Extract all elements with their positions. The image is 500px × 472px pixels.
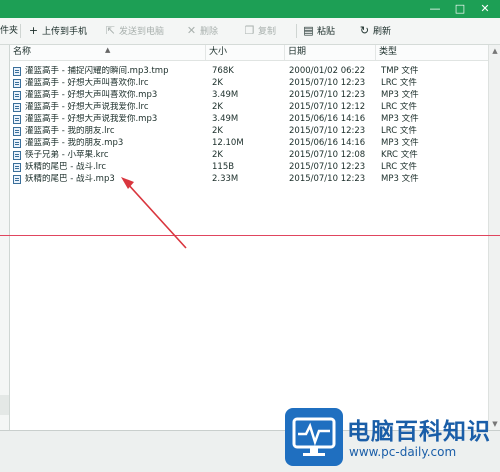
- column-header-size[interactable]: 大小: [206, 45, 285, 60]
- copy-icon: ❐: [244, 24, 255, 37]
- file-date: 2015/07/10 12:23: [289, 78, 366, 88]
- file-icon: [13, 115, 21, 124]
- file-type: MP3 文件: [381, 138, 419, 148]
- file-type: LRC 文件: [381, 78, 417, 88]
- file-icon: [13, 139, 21, 148]
- file-date: 2015/06/16 14:16: [289, 114, 366, 124]
- file-date: 2015/07/10 12:12: [289, 102, 366, 112]
- file-name: 灌篮高手 - 好想大声叫喜欢你.mp3: [25, 90, 158, 100]
- file-row[interactable]: 灌篮高手 - 我的朋友.mp3 12.10M 2015/06/16 14:16 MP3…: [10, 138, 488, 149]
- plus-icon: +: [28, 24, 39, 37]
- file-type: MP3 文件: [381, 90, 419, 100]
- export-icon: ⇱: [105, 24, 116, 37]
- left-navigation-pane[interactable]: [0, 45, 10, 430]
- file-row[interactable]: 灌篮高手 - 捕捉闪耀的瞬间.mp3.tmp 768K 2000/01/02 06:…: [10, 66, 488, 77]
- file-date: 2015/07/10 12:23: [289, 90, 366, 100]
- delete-button[interactable]: ✕ 删除: [185, 23, 218, 39]
- send-to-pc-button[interactable]: ⇱ 发送到电脑: [104, 23, 164, 39]
- file-type: MP3 文件: [381, 174, 419, 184]
- watermark-logo: 电脑百科知识 www.pc-daily.com: [285, 408, 500, 471]
- refresh-button[interactable]: ↻ 刷新: [358, 23, 391, 39]
- maximize-button[interactable]: □: [452, 2, 468, 16]
- close-button[interactable]: ✕: [477, 2, 493, 16]
- toolbar: 件夹 + 上传到手机 ⇱ 发送到电脑 ✕ 删除 ❐ 复制 ▤ 粘贴 ↻ 刷新: [0, 18, 500, 45]
- annotation-line: [0, 235, 500, 236]
- file-row[interactable]: 妖精的尾巴 - 战斗.lrc 115B 2015/07/10 12:23 LRC 文件: [10, 162, 488, 173]
- file-list: 名称 ▲ 大小 日期 类型 灌篮高手 - 捕捉闪耀的瞬间.mp3.tmp 768K 2…: [10, 45, 488, 430]
- file-name: 妖精的尾巴 - 战斗.mp3: [25, 174, 115, 184]
- delete-icon: ✕: [186, 24, 197, 37]
- file-row[interactable]: 妖精的尾巴 - 战斗.mp3 2.33M 2015/07/10 12:23 MP3 文…: [10, 174, 488, 185]
- column-header-name[interactable]: 名称 ▲: [10, 45, 206, 60]
- file-row[interactable]: 灌篮高手 - 好想大声叫喜欢你.lrc 2K 2015/07/10 12:23 LRC…: [10, 78, 488, 89]
- file-date: 2000/01/02 06:22: [289, 66, 366, 76]
- file-date: 2015/07/10 12:23: [289, 162, 366, 172]
- scroll-up-icon[interactable]: ▲: [489, 45, 500, 57]
- file-type: LRC 文件: [381, 126, 417, 136]
- toolbar-folder-label: 件夹: [0, 26, 19, 36]
- vertical-scrollbar[interactable]: ▲ ▼: [488, 45, 500, 430]
- file-type: LRC 文件: [381, 102, 417, 112]
- file-size: 3.49M: [212, 90, 239, 100]
- file-type: MP3 文件: [381, 114, 419, 124]
- copy-button[interactable]: ❐ 复制: [243, 23, 276, 39]
- file-icon: [13, 103, 21, 112]
- file-type: TMP 文件: [381, 66, 419, 76]
- file-date: 2015/07/10 12:08: [289, 150, 366, 160]
- file-name: 妖精的尾巴 - 战斗.lrc: [25, 162, 107, 172]
- file-size: 2K: [212, 102, 223, 112]
- file-size: 2K: [212, 150, 223, 160]
- upload-to-phone-button[interactable]: + 上传到手机: [27, 23, 87, 39]
- file-type: LRC 文件: [381, 162, 417, 172]
- toolbar-divider: [296, 24, 297, 38]
- refresh-icon: ↻: [359, 24, 370, 37]
- title-bar: — □ ✕: [0, 0, 500, 18]
- file-size: 3.49M: [212, 114, 239, 124]
- file-icon: [13, 151, 21, 160]
- sort-ascending-icon: ▲: [105, 46, 111, 54]
- file-size: 768K: [212, 66, 234, 76]
- file-row[interactable]: 灌篮高手 - 我的朋友.lrc 2K 2015/07/10 12:23 LRC 文件: [10, 126, 488, 137]
- file-name: 灌篮高手 - 好想大声叫喜欢你.lrc: [25, 78, 149, 88]
- watermark-site-name: 电脑百科知识: [347, 419, 491, 445]
- file-icon: [13, 175, 21, 184]
- file-name: 灌篮高手 - 好想大声说我爱你.mp3: [25, 114, 158, 124]
- minimize-button[interactable]: —: [427, 2, 443, 16]
- file-row[interactable]: 筷子兄弟 - 小苹果.krc 2K 2015/07/10 12:08 KRC 文件: [10, 150, 488, 161]
- file-date: 2015/07/10 12:23: [289, 126, 366, 136]
- file-name: 筷子兄弟 - 小苹果.krc: [25, 150, 109, 160]
- file-icon: [13, 91, 21, 100]
- column-header-date[interactable]: 日期: [285, 45, 376, 60]
- file-size: 115B: [212, 162, 235, 172]
- file-row[interactable]: 灌篮高手 - 好想大声叫喜欢你.mp3 3.49M 2015/07/10 12:23…: [10, 90, 488, 101]
- clipboard-icon: ▤: [303, 24, 314, 37]
- file-row[interactable]: 灌篮高手 - 好想大声说我爱你.lrc 2K 2015/07/10 12:12 LRC…: [10, 102, 488, 113]
- file-name: 灌篮高手 - 好想大声说我爱你.lrc: [25, 102, 149, 112]
- paste-button[interactable]: ▤ 粘贴: [302, 23, 335, 39]
- file-icon: [13, 67, 21, 76]
- column-header-row: 名称 ▲ 大小 日期 类型: [10, 45, 488, 61]
- file-name: 灌篮高手 - 我的朋友.lrc: [25, 126, 115, 136]
- file-icon: [13, 163, 21, 172]
- toolbar-divider: [20, 24, 21, 38]
- file-icon: [13, 79, 21, 88]
- file-type: KRC 文件: [381, 150, 418, 160]
- file-size: 12.10M: [212, 138, 244, 148]
- file-size: 2.33M: [212, 174, 239, 184]
- file-size: 2K: [212, 126, 223, 136]
- file-name: 灌篮高手 - 捕捉闪耀的瞬间.mp3.tmp: [25, 66, 169, 76]
- column-header-type[interactable]: 类型: [376, 45, 488, 60]
- file-name: 灌篮高手 - 我的朋友.mp3: [25, 138, 124, 148]
- file-date: 2015/07/10 12:23: [289, 174, 366, 184]
- file-row[interactable]: 灌篮高手 - 好想大声说我爱你.mp3 3.49M 2015/06/16 14:16…: [10, 114, 488, 125]
- file-date: 2015/06/16 14:16: [289, 138, 366, 148]
- monitor-icon: [285, 408, 343, 466]
- watermark-site-url: www.pc-daily.com: [349, 445, 457, 459]
- file-size: 2K: [212, 78, 223, 88]
- file-icon: [13, 127, 21, 136]
- left-pane-scrollbar[interactable]: [0, 395, 9, 415]
